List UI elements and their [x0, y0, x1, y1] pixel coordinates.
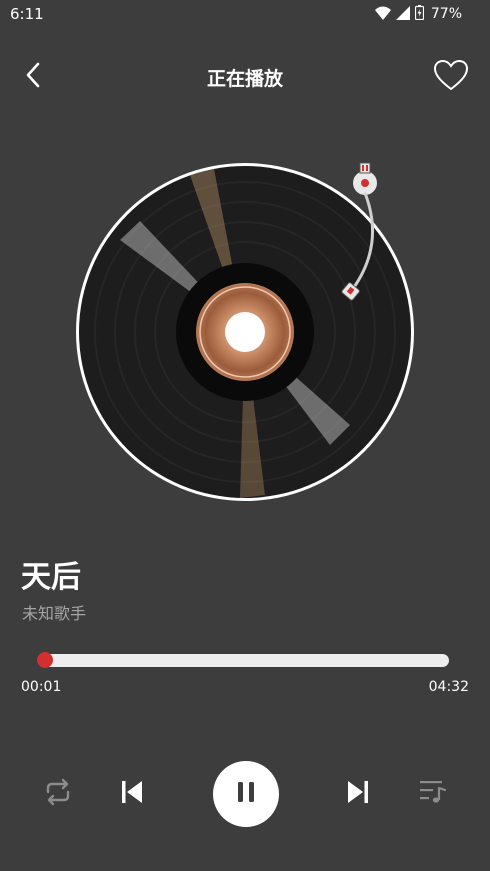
vinyl-record-graphic — [76, 162, 414, 501]
song-title: 天后 — [21, 560, 81, 595]
battery-percent: 77% — [430, 6, 462, 22]
total-time: 04:32 — [428, 679, 469, 695]
favorite-button[interactable] — [431, 57, 471, 97]
status-bar: 6:11 77% — [0, 0, 490, 28]
battery-icon — [414, 4, 424, 24]
app-bar: 正在播放 — [0, 52, 490, 102]
pause-icon — [235, 781, 257, 807]
playlist-music-icon — [418, 778, 448, 810]
pause-button[interactable] — [213, 761, 279, 827]
progress-thumb[interactable] — [36, 652, 53, 668]
turntable — [0, 155, 490, 515]
skip-previous-icon — [119, 779, 145, 809]
elapsed-time: 00:01 — [21, 679, 62, 695]
heart-outline-icon — [433, 59, 469, 95]
wifi-icon — [374, 5, 391, 24]
skip-next-icon — [345, 779, 371, 809]
song-artist: 未知歌手 — [22, 604, 87, 623]
next-button[interactable] — [338, 774, 378, 814]
progress-bar[interactable] — [40, 654, 449, 667]
status-icons: 77% — [374, 4, 462, 24]
repeat-icon — [42, 778, 74, 810]
repeat-button[interactable] — [38, 774, 78, 814]
previous-button[interactable] — [112, 774, 152, 814]
status-time: 6:11 — [10, 5, 44, 23]
page-title: 正在播放 — [206, 68, 283, 90]
playlist-button[interactable] — [413, 774, 453, 814]
cellular-signal-icon — [395, 5, 410, 24]
